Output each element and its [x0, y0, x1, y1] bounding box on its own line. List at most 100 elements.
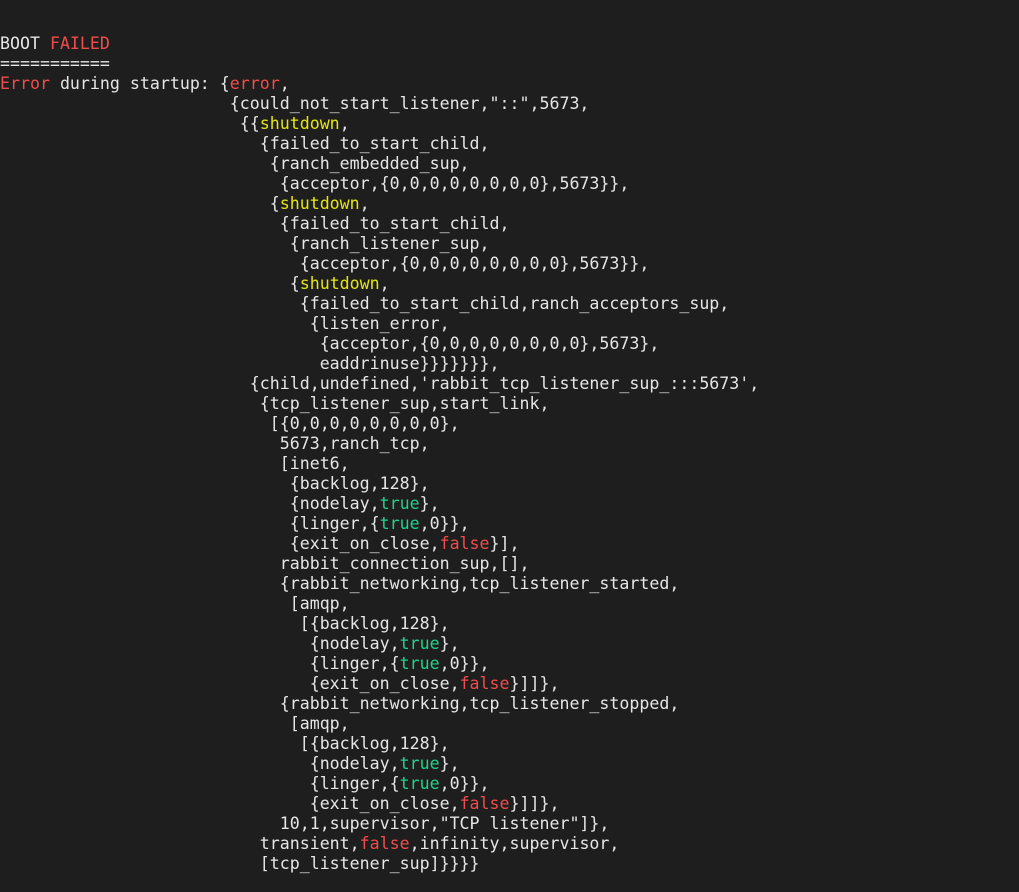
terminal-text-segment: ,0}},: [419, 514, 470, 533]
terminal-text-segment: true: [399, 654, 440, 673]
terminal-line: {exit_on_close,false}]]},: [0, 674, 1019, 694]
terminal-line: {shutdown,: [0, 274, 1019, 294]
terminal-text-segment: shutdown: [259, 114, 340, 133]
terminal-line: {nodelay,true},: [0, 634, 1019, 654]
terminal-line: [{0,0,0,0,0,0,0,0},: [0, 414, 1019, 434]
terminal-text-segment: {linger,{: [0, 654, 400, 673]
terminal-line: eaddrinuse}}}}}}},: [0, 354, 1019, 374]
terminal-text-segment: {rabbit_networking,tcp_listener_stopped,: [0, 694, 680, 713]
terminal-text-segment: {ranch_embedded_sup,: [0, 154, 470, 173]
terminal-line: ===========: [0, 54, 1019, 74]
terminal-text-segment: {tcp_listener_sup,start_link,: [0, 394, 550, 413]
terminal-line: {exit_on_close,false}],: [0, 534, 1019, 554]
terminal-text-segment: shutdown: [299, 274, 380, 293]
terminal-text-segment: },: [419, 494, 440, 513]
terminal-line: transient,false,infinity,supervisor,: [0, 834, 1019, 854]
terminal-text-segment: {acceptor,{0,0,0,0,0,0,0,0},5673}},: [0, 174, 630, 193]
terminal-line: {rabbit_networking,tcp_listener_started,: [0, 574, 1019, 594]
terminal-line: Error during startup: {error,: [0, 74, 1019, 94]
terminal-text-segment: {nodelay,: [0, 754, 400, 773]
terminal-text-segment: [inet6,: [0, 454, 350, 473]
terminal-text-segment: {failed_to_start_child,: [0, 134, 490, 153]
terminal-line: {linger,{true,0}},: [0, 514, 1019, 534]
terminal-line: 5673,ranch_tcp,: [0, 434, 1019, 454]
terminal-text-segment: ,: [339, 114, 350, 133]
terminal-text-segment: BOOT: [0, 34, 50, 53]
terminal-line: {acceptor,{0,0,0,0,0,0,0,0},5673}},: [0, 174, 1019, 194]
terminal-text-segment: {rabbit_networking,tcp_listener_started,: [0, 574, 680, 593]
terminal-text-segment: ===========: [0, 54, 110, 73]
terminal-text-segment: {: [0, 194, 280, 213]
terminal-line: {linger,{true,0}},: [0, 774, 1019, 794]
terminal-text-segment: {could_not_start_listener,"::",5673,: [0, 94, 590, 113]
terminal-text-segment: ,0}},: [439, 654, 490, 673]
terminal-text-segment: }]]},: [509, 674, 560, 693]
terminal-text-segment: 5673,ranch_tcp,: [0, 434, 430, 453]
terminal-output[interactable]: BOOT FAILED =========== Error during start…: [0, 34, 1019, 892]
terminal-line: {failed_to_start_child,: [0, 134, 1019, 154]
terminal-text-segment: }]]},: [509, 794, 560, 813]
terminal-text-segment: {linger,{: [0, 774, 400, 793]
terminal-line: {exit_on_close,false}]]},: [0, 794, 1019, 814]
terminal-text-segment: false: [459, 794, 510, 813]
terminal-line: {child,undefined,'rabbit_tcp_listener_su…: [0, 374, 1019, 394]
terminal-line: {nodelay,true},: [0, 494, 1019, 514]
terminal-text-segment: Error: [0, 74, 50, 93]
terminal-text-segment: true: [399, 634, 440, 653]
terminal-text-segment: {child,undefined,'rabbit_tcp_listener_su…: [0, 374, 760, 393]
terminal-line: 10,1,supervisor,"TCP listener"]},: [0, 814, 1019, 834]
terminal-text-segment: shutdown: [279, 194, 360, 213]
terminal-text-segment: [{backlog,128},: [0, 734, 450, 753]
terminal-line: {acceptor,{0,0,0,0,0,0,0,0},5673},: [0, 334, 1019, 354]
terminal-text-segment: ,infinity,supervisor,: [409, 834, 620, 853]
terminal-line: [{backlog,128},: [0, 614, 1019, 634]
terminal-text-segment: {{: [0, 114, 260, 133]
terminal-line: {failed_to_start_child,ranch_acceptors_s…: [0, 294, 1019, 314]
terminal-text-segment: [amqp,: [0, 594, 350, 613]
terminal-text-segment: {backlog,128},: [0, 474, 430, 493]
terminal-text-segment: {exit_on_close,: [0, 794, 460, 813]
terminal-text-segment: ,: [279, 74, 290, 93]
terminal-line: {ranch_listener_sup,: [0, 234, 1019, 254]
terminal-text-segment: false: [459, 674, 510, 693]
terminal-text-segment: eaddrinuse}}}}}}},: [0, 354, 500, 373]
terminal-line: {{shutdown,: [0, 114, 1019, 134]
terminal-text-segment: ,0}},: [439, 774, 490, 793]
terminal-line: {nodelay,true},: [0, 754, 1019, 774]
terminal-text-segment: [{0,0,0,0,0,0,0,0},: [0, 414, 460, 433]
terminal-text-segment: ,: [359, 194, 370, 213]
terminal-text-segment: {linger,{: [0, 514, 380, 533]
terminal-text-segment: true: [379, 514, 420, 533]
terminal-line: {listen_error,: [0, 314, 1019, 334]
terminal-text-segment: {nodelay,: [0, 494, 380, 513]
terminal-text-segment: FAILED: [49, 34, 110, 53]
terminal-text-segment: true: [399, 774, 440, 793]
terminal-text-segment: [amqp,: [0, 714, 350, 733]
terminal-line: [tcp_listener_sup]}}}}: [0, 854, 1019, 874]
terminal-line: [amqp,: [0, 714, 1019, 734]
terminal-text-segment: error: [229, 74, 280, 93]
terminal-line: [{backlog,128},: [0, 734, 1019, 754]
terminal-text-segment: transient,: [0, 834, 360, 853]
terminal-text-segment: {exit_on_close,: [0, 674, 460, 693]
terminal-text-segment: {ranch_listener_sup,: [0, 234, 490, 253]
terminal-line: BOOT FAILED: [0, 34, 1019, 54]
terminal-text-segment: }],: [489, 534, 520, 553]
terminal-text-segment: during startup: {: [49, 74, 230, 93]
terminal-line: rabbit_connection_sup,[],: [0, 554, 1019, 574]
terminal-line: {tcp_listener_sup,start_link,: [0, 394, 1019, 414]
terminal-text-segment: },: [439, 754, 460, 773]
terminal-text-segment: {acceptor,{0,0,0,0,0,0,0,0},5673}},: [0, 254, 650, 273]
terminal-line: [amqp,: [0, 594, 1019, 614]
terminal-text-segment: false: [439, 534, 490, 553]
terminal-text-segment: [{backlog,128},: [0, 614, 450, 633]
terminal-line: {backlog,128},: [0, 474, 1019, 494]
terminal-text-segment: true: [399, 754, 440, 773]
terminal-lines: BOOT FAILED =========== Error during start…: [0, 34, 1019, 874]
terminal-line: {failed_to_start_child,: [0, 214, 1019, 234]
terminal-text-segment: ,: [379, 274, 390, 293]
terminal-text-segment: false: [359, 834, 410, 853]
terminal-text-segment: true: [379, 494, 420, 513]
terminal-text-segment: {acceptor,{0,0,0,0,0,0,0,0},5673},: [0, 334, 660, 353]
terminal-line: {acceptor,{0,0,0,0,0,0,0,0},5673}},: [0, 254, 1019, 274]
